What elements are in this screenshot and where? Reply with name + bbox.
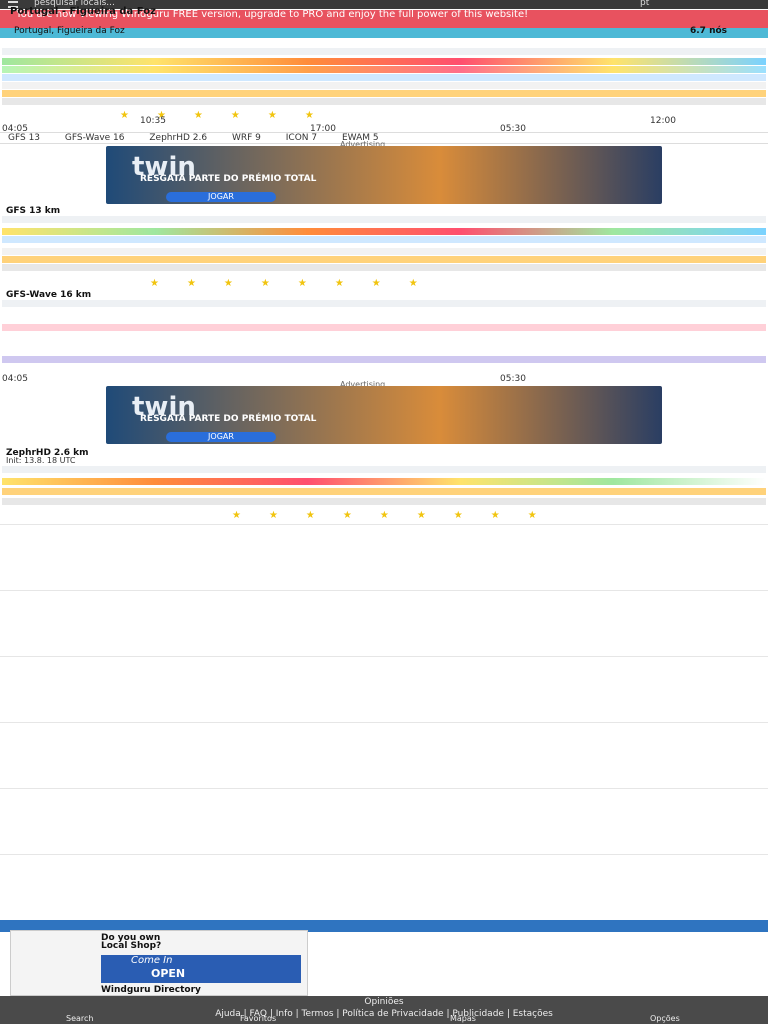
footer-opinions[interactable]: Opiniões [0, 996, 768, 1008]
forecast-header-row [2, 216, 766, 223]
bottom-nav: Search Favoritos Mapas Opções [0, 1014, 768, 1024]
section-title-wave: GFS-Wave 16 km [6, 290, 92, 300]
cloud-row [2, 498, 766, 505]
forecast-header-row [2, 466, 766, 473]
divider [0, 854, 768, 855]
ad-cta-button[interactable]: JOGAR [166, 192, 276, 202]
divider [0, 656, 768, 657]
temperature-row [2, 90, 766, 97]
ad-headline: RESGATA PARTE DO PRÉMIO TOTAL [140, 174, 317, 184]
divider [0, 722, 768, 723]
wind-speed-row [2, 58, 766, 65]
wave-height-row [2, 324, 766, 331]
wind-now: 6.7 nós [690, 26, 728, 36]
wave-row [2, 82, 766, 89]
ad-headline: RESGATA PARTE DO PRÉMIO TOTAL [140, 414, 317, 424]
wave-row [2, 248, 766, 255]
ad-cta-button[interactable]: JOGAR [166, 432, 276, 442]
advertisement-banner[interactable]: twin RESGATA PARTE DO PRÉMIO TOTAL JOGAR [106, 146, 662, 204]
open-sign: Come In OPEN [101, 955, 301, 983]
divider [0, 590, 768, 591]
divider [0, 788, 768, 789]
temperature-row [2, 256, 766, 263]
time-3: 05:30 [500, 374, 526, 384]
time-1: 10:35 [140, 116, 166, 126]
temperature-row [2, 488, 766, 495]
rating-stars: ★★★★★★★★★ [232, 510, 565, 521]
directory-line2: Local Shop? [101, 941, 162, 951]
nav-maps[interactable]: Mapas [450, 1014, 476, 1023]
wind-direction-row [2, 236, 766, 243]
model-tab[interactable]: GFS 13 [8, 133, 40, 143]
spot-subtitle: Portugal, Figueira da Foz [14, 26, 125, 36]
time-sunrise: 04:05 [2, 374, 28, 384]
model-tab[interactable]: ICON 7 [286, 133, 317, 143]
wave-period-row [2, 356, 766, 363]
nav-search[interactable]: Search [66, 1014, 93, 1023]
time-4: 12:00 [650, 116, 676, 126]
wind-speed-row [2, 478, 766, 485]
wind-speed-row [2, 228, 766, 235]
advertisement-banner[interactable]: twin RESGATA PARTE DO PRÉMIO TOTAL JOGAR [106, 386, 662, 444]
spot-title[interactable]: Portugal - Figueira da Foz [10, 6, 758, 17]
forecast-header-row [2, 300, 766, 307]
model-tab[interactable]: WRF 9 [232, 133, 261, 143]
model-tab[interactable]: ZephrHD 2.6 [149, 133, 207, 143]
nav-favorites[interactable]: Favoritos [240, 1014, 276, 1023]
rating-stars: ★★★★★★★★ [150, 278, 446, 289]
sign-text-2: OPEN [151, 967, 186, 980]
directory-title: Windguru Directory [101, 985, 201, 995]
wind-gust-row [2, 66, 766, 73]
sign-text-1: Come In [131, 955, 173, 966]
forecast-header-row [2, 48, 766, 55]
cloud-row [2, 98, 766, 105]
cloud-row [2, 264, 766, 271]
directory-card[interactable]: Do you own Local Shop? Come In OPEN Wind… [10, 930, 308, 996]
model-tab[interactable]: GFS-Wave 16 [65, 133, 125, 143]
section-title-gfs: GFS 13 km [6, 206, 61, 216]
divider [0, 524, 768, 525]
wind-direction-row [2, 74, 766, 81]
nav-options[interactable]: Opções [650, 1014, 680, 1023]
section-init: Init: 13.8. 18 UTC [6, 456, 76, 465]
